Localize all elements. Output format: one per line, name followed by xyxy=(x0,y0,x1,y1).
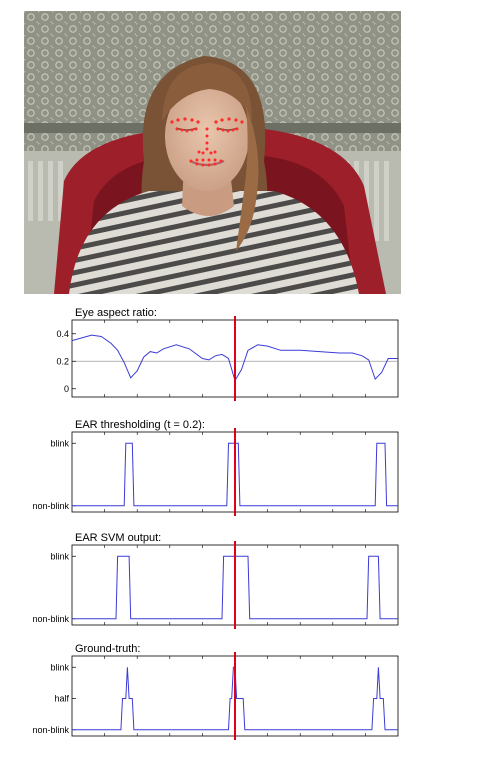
chart-panel-1: Eye aspect ratio: 0.4 0.2 0 xyxy=(56,307,399,401)
y-tick-label: blink xyxy=(50,551,69,561)
chart-panel-4: Ground-truth: blink half non-blink xyxy=(32,643,399,740)
y-tick-label: non-blink xyxy=(32,725,69,735)
y-tick-label: blink xyxy=(50,438,69,448)
chart-title: Eye aspect ratio: xyxy=(75,307,157,319)
chart-title: EAR SVM output: xyxy=(75,532,161,544)
chart-panel-3: EAR SVM output: blink non-blink xyxy=(32,532,399,629)
y-tick-label: 0.4 xyxy=(56,329,69,339)
y-tick-label: non-blink xyxy=(32,614,69,624)
y-tick-label: non-blink xyxy=(32,501,69,511)
chart-title: Ground-truth: xyxy=(75,643,140,655)
y-tick-label: 0 xyxy=(64,384,69,394)
y-tick-label: half xyxy=(54,694,69,704)
charts-area: Eye aspect ratio: 0.4 0.2 0 EAR thresholding… xyxy=(32,307,399,740)
chart-title: EAR thresholding (t = 0.2): xyxy=(75,419,205,431)
y-tick-label: blink xyxy=(50,662,69,672)
y-tick-label: 0.2 xyxy=(56,356,69,366)
chart-panel-2: EAR thresholding (t = 0.2): blink non-blin… xyxy=(32,419,399,516)
